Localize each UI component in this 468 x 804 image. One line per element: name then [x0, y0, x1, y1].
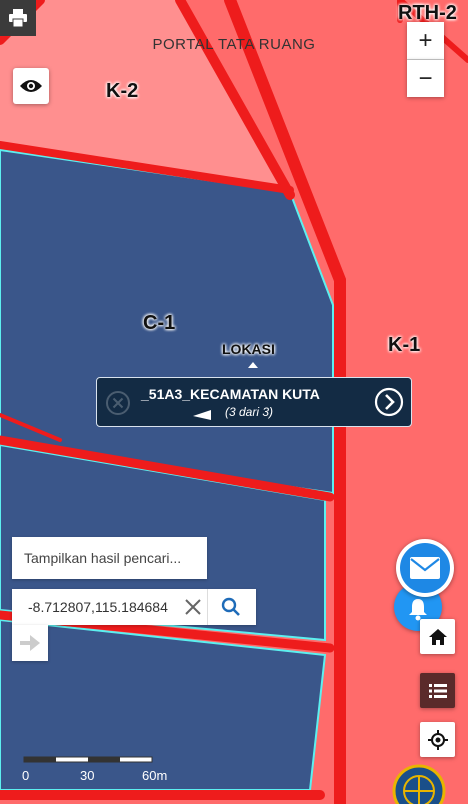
bell-icon	[409, 599, 427, 621]
print-button[interactable]	[0, 0, 36, 36]
list-icon	[428, 683, 447, 698]
popup-previous-arrow-icon[interactable]	[193, 408, 211, 420]
scale-tick-60m: 60m	[142, 768, 168, 783]
zoom-in-button[interactable]: +	[407, 22, 444, 60]
zone-label-k2: K-2	[106, 80, 139, 102]
arrow-right-icon	[20, 635, 40, 651]
search-results-toggle[interactable]: Tampilkan hasil pencari...	[12, 537, 207, 579]
popup-feature-name: _51A3_KECAMATAN KUTA	[141, 386, 320, 402]
zoom-in-label: +	[418, 26, 433, 54]
locate-button[interactable]	[420, 722, 455, 757]
envelope-icon	[410, 557, 440, 579]
popup-result-count: (3 dari 3)	[225, 405, 274, 419]
zoom-out-button[interactable]: −	[407, 60, 444, 97]
home-icon	[428, 628, 447, 645]
eye-icon	[20, 80, 42, 92]
locate-icon	[427, 729, 448, 750]
coordinate-search-box	[12, 589, 256, 625]
scale-tick-0: 0	[22, 768, 30, 783]
search-icon[interactable]	[221, 597, 241, 617]
clear-x-icon[interactable]	[184, 598, 202, 616]
zoom-out-label: −	[418, 64, 433, 92]
scale-tick-30: 30	[80, 768, 95, 783]
layer-visibility-button[interactable]	[13, 68, 49, 104]
circle-chevron-right-icon[interactable]	[374, 387, 404, 417]
go-arrow-button[interactable]	[12, 625, 48, 661]
agency-emblem-icon	[392, 764, 446, 804]
message-button-inner	[400, 543, 450, 593]
zone-label-k1: K-1	[388, 334, 421, 356]
search-results-label: Tampilkan hasil pencari...	[24, 550, 182, 566]
home-button[interactable]	[420, 619, 455, 654]
search-divider	[207, 589, 208, 625]
message-button[interactable]	[396, 539, 454, 597]
marker-label-lokasi: LOKASI	[222, 341, 275, 357]
portal-title: PORTAL TATA RUANG	[152, 36, 316, 53]
legend-list-button[interactable]	[420, 673, 455, 708]
coordinate-search-input[interactable]	[12, 589, 198, 625]
circle-x-icon[interactable]	[105, 390, 131, 416]
printer-icon	[9, 9, 27, 27]
zone-label-c1: C-1	[143, 312, 176, 334]
feature-popup: _51A3_KECAMATAN KUTA (3 dari 3)	[96, 377, 412, 427]
